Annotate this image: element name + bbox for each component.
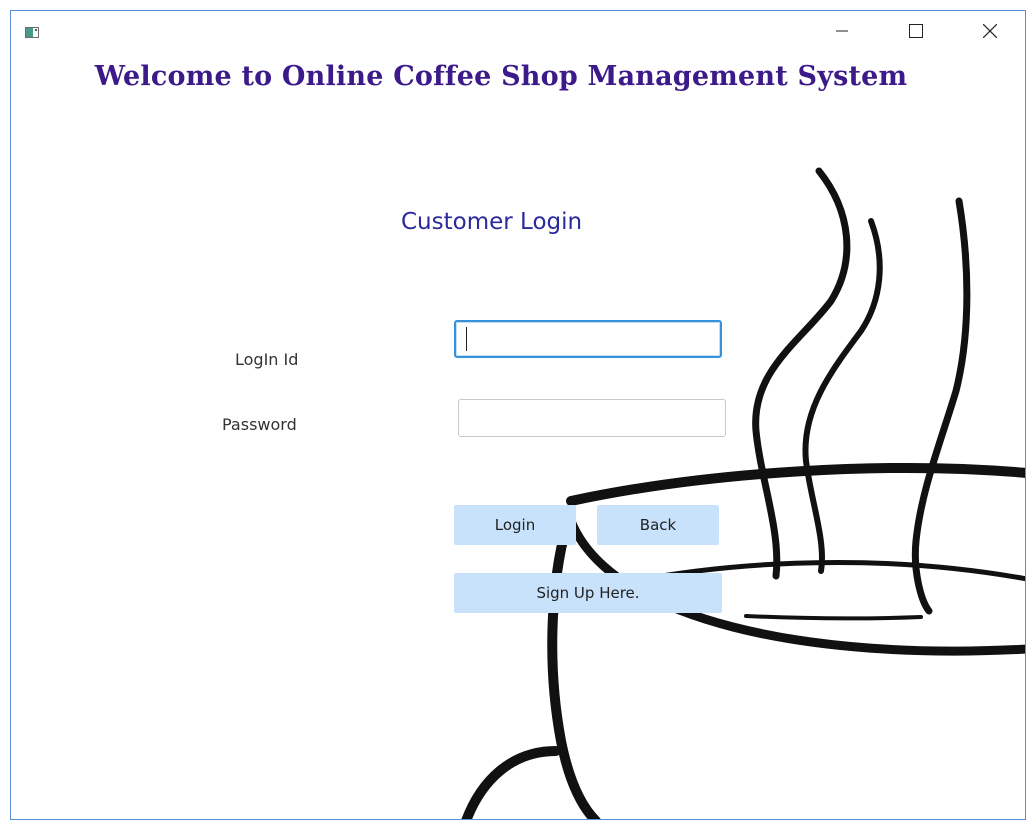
- maximize-icon: [909, 24, 923, 38]
- app-icon: [25, 27, 39, 38]
- form-title: Customer Login: [401, 209, 583, 235]
- maximize-button[interactable]: [893, 11, 939, 51]
- password-input[interactable]: [458, 399, 726, 437]
- welcome-heading: Welcome to Online Coffee Shop Management…: [94, 61, 908, 92]
- signup-button[interactable]: Sign Up Here.: [454, 573, 722, 613]
- password-label: Password: [222, 415, 297, 434]
- login-id-label: LogIn Id: [235, 350, 299, 369]
- login-id-input[interactable]: [454, 320, 722, 358]
- text-caret: [466, 327, 467, 351]
- app-window: Welcome to Online Coffee Shop Management…: [10, 10, 1026, 820]
- close-button[interactable]: [967, 11, 1013, 51]
- minimize-button[interactable]: [819, 11, 865, 51]
- title-bar: [11, 11, 1025, 51]
- login-button[interactable]: Login: [454, 505, 576, 545]
- minimize-icon: [836, 30, 848, 32]
- back-button[interactable]: Back: [597, 505, 719, 545]
- close-icon: [983, 24, 997, 38]
